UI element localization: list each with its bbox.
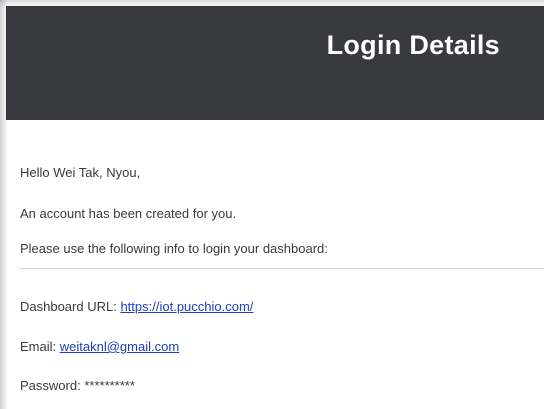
greeting-text: Hello Wei Tak, Nyou, bbox=[20, 165, 141, 180]
instructions-text: Please use the following info to login y… bbox=[20, 241, 328, 256]
header-title: Login Details bbox=[326, 30, 500, 60]
email-row: Email: weitaknl@gmail.com bbox=[20, 339, 179, 354]
left-edge-shadow bbox=[0, 0, 8, 409]
email-viewport: Login Details Hello Wei Tak, Nyou, An ac… bbox=[0, 0, 544, 409]
password-value: ********** bbox=[84, 378, 135, 393]
dashboard-url-label: Dashboard URL: bbox=[20, 299, 117, 314]
password-row: Password: ********** bbox=[20, 378, 135, 393]
top-edge-shadow bbox=[0, 0, 544, 8]
section-divider bbox=[20, 268, 544, 269]
dashboard-url-row: Dashboard URL: https://iot.pucchio.com/ bbox=[20, 299, 253, 314]
email-label: Email: bbox=[20, 339, 57, 354]
account-created-text: An account has been created for you. bbox=[20, 206, 237, 221]
email-header: Login Details bbox=[6, 6, 544, 120]
email-link[interactable]: weitaknl@gmail.com bbox=[60, 339, 179, 354]
password-label: Password: bbox=[20, 378, 81, 393]
dashboard-url-link[interactable]: https://iot.pucchio.com/ bbox=[120, 299, 253, 314]
